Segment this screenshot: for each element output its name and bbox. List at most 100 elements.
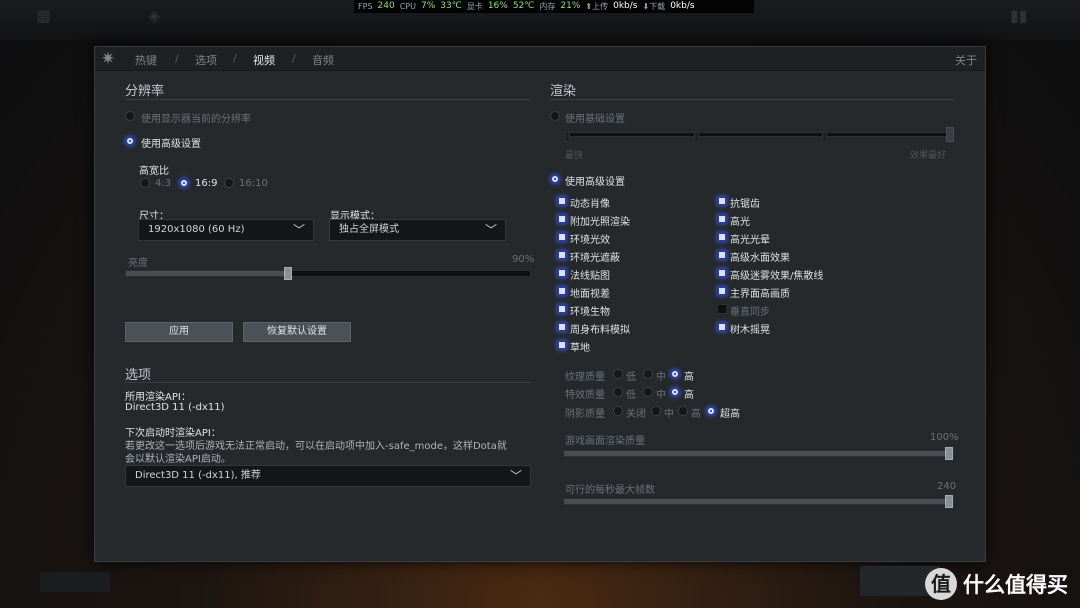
render-quality-label: 游戏画面渲染质量 <box>565 436 645 447</box>
render-option-checkbox[interactable] <box>557 250 567 260</box>
use-advanced-render-label: 使用高级设置 <box>565 177 625 188</box>
render-option-label: 地面视差 <box>570 289 610 300</box>
render-quality-slider[interactable] <box>563 447 954 460</box>
render-option-checkbox[interactable] <box>717 214 727 224</box>
chevron-down-icon: ﹀ <box>509 469 522 483</box>
render-option-checkbox[interactable] <box>717 250 727 260</box>
shadow-mid-radio[interactable] <box>651 406 661 416</box>
tab-separator: / <box>292 52 296 65</box>
cpu-label: CPU <box>399 2 416 11</box>
fps-label: FPS <box>358 2 373 11</box>
use-advanced-render-radio[interactable] <box>550 174 560 184</box>
max-fps-slider-fill <box>564 499 953 504</box>
brightness-value: 90% <box>512 254 535 265</box>
display-mode-dropdown[interactable]: 独占全屏模式 ﹀ <box>329 219 506 241</box>
texture-low-radio[interactable] <box>613 369 623 379</box>
render-quality-slider-thumb[interactable] <box>945 447 953 460</box>
tab-hotkeys[interactable]: 热键 <box>135 52 157 68</box>
cpu-usage: 7% <box>420 1 436 11</box>
render-option-checkbox[interactable] <box>557 214 567 224</box>
brightness-label: 亮度 <box>128 258 148 269</box>
texture-high-radio[interactable] <box>670 369 680 379</box>
shadow-quality-label: 阴影质量 <box>565 409 605 420</box>
watermark: 值 什么值得买 <box>925 568 1068 600</box>
render-option-checkbox[interactable] <box>717 286 727 296</box>
render-option-label: 附加光照渲染 <box>570 217 630 228</box>
tab-options[interactable]: 选项 <box>195 52 217 68</box>
render-option-checkbox[interactable] <box>717 322 727 332</box>
gpu-temp: 52℃ <box>512 1 535 11</box>
render-option-label: 草地 <box>570 343 590 354</box>
hud-dota-icon: ◈ <box>148 6 161 25</box>
effects-high-radio[interactable] <box>670 387 680 397</box>
basic-slider-thumb <box>946 127 954 142</box>
shadow-off-radio[interactable] <box>613 406 623 416</box>
render-option-checkbox[interactable] <box>557 196 567 206</box>
use-display-resolution-radio[interactable] <box>125 111 135 121</box>
render-option-checkbox[interactable] <box>557 232 567 242</box>
effects-mid-label: 中 <box>656 390 666 401</box>
max-fps-slider[interactable] <box>563 495 954 508</box>
render-option-checkbox[interactable] <box>557 286 567 296</box>
about-link[interactable]: 关于 <box>955 52 977 68</box>
render-option-label: 环境光效 <box>570 235 610 246</box>
render-option-checkbox[interactable] <box>717 196 727 206</box>
render-option-checkbox[interactable] <box>557 340 567 350</box>
effects-low-label: 低 <box>626 390 636 401</box>
use-display-resolution-label: 使用显示器当前的分辨率 <box>141 114 251 125</box>
divider <box>125 99 531 100</box>
brightness-slider-thumb[interactable] <box>283 267 292 280</box>
render-option-checkbox[interactable] <box>717 304 727 314</box>
aspect-4-3-radio[interactable] <box>140 178 150 188</box>
shadow-ultra-radio[interactable] <box>706 406 716 416</box>
effects-mid-radio[interactable] <box>643 387 653 397</box>
render-api-dropdown[interactable]: Direct3D 11 (-dx11), 推荐 ﹀ <box>125 465 531 487</box>
render-option-checkbox[interactable] <box>717 268 727 278</box>
apply-button[interactable]: 应用 <box>125 322 233 342</box>
render-option-checkbox[interactable] <box>717 232 727 242</box>
render-quality-value: 100% <box>930 432 959 443</box>
effects-high-label: 高 <box>684 390 694 401</box>
tab-separator: / <box>233 52 237 65</box>
aspect-ratio-label: 高宽比 <box>139 166 169 177</box>
aspect-16-9-radio[interactable] <box>179 178 189 188</box>
render-option-label: 动态肖像 <box>570 199 610 210</box>
tab-audio[interactable]: 音频 <box>312 52 334 68</box>
texture-mid-label: 中 <box>656 372 666 383</box>
aspect-16-10-radio[interactable] <box>224 178 234 188</box>
hud-settings-icon: ▮▮ <box>1010 6 1028 25</box>
chevron-down-icon: ﹀ <box>292 223 305 237</box>
divider <box>550 99 955 100</box>
brightness-slider[interactable] <box>125 267 531 280</box>
api-label: 所用渲染API： <box>125 392 191 403</box>
texture-mid-radio[interactable] <box>643 369 653 379</box>
max-fps-slider-thumb[interactable] <box>945 495 953 508</box>
upload-label: ⬆上传 <box>585 2 609 11</box>
render-option-checkbox[interactable] <box>557 322 567 332</box>
render-option-label: 高级水面效果 <box>730 253 790 264</box>
tab-video[interactable]: 视频 <box>253 52 275 68</box>
shadow-high-label: 高 <box>691 409 701 420</box>
render-option-label: 抗锯齿 <box>730 199 760 210</box>
settings-panel: ✷ 热键 / 选项 / 视频 / 音频 关于 分辨率 使用显示器当前的分辨率 使… <box>94 46 986 562</box>
use-advanced-resolution-label: 使用高级设置 <box>141 139 201 150</box>
brightness-slider-fill <box>126 271 288 276</box>
gear-icon: ✷ <box>100 49 116 69</box>
texture-low-label: 低 <box>626 372 636 383</box>
size-dropdown[interactable]: 1920x1080 (60 Hz) ﹀ <box>138 219 314 241</box>
restore-defaults-button[interactable]: 恢复默认设置 <box>243 322 351 342</box>
mem-usage: 21% <box>560 1 581 11</box>
render-option-checkbox[interactable] <box>557 268 567 278</box>
watermark-text: 什么值得买 <box>963 573 1068 597</box>
render-option-checkbox[interactable] <box>557 304 567 314</box>
aspect-4-3-label: 4:3 <box>155 178 172 189</box>
download-label: ⬇下载 <box>642 2 666 11</box>
gpu-label: 显卡 <box>466 2 483 11</box>
use-advanced-resolution-radio[interactable] <box>125 136 135 146</box>
effects-low-radio[interactable] <box>613 387 623 397</box>
basic-tick <box>694 132 699 142</box>
shadow-high-radio[interactable] <box>678 406 688 416</box>
render-option-label: 高级迷雾效果/焦散线 <box>730 271 824 282</box>
use-basic-render-radio[interactable] <box>550 111 560 121</box>
cpu-temp: 33℃ <box>440 1 462 11</box>
